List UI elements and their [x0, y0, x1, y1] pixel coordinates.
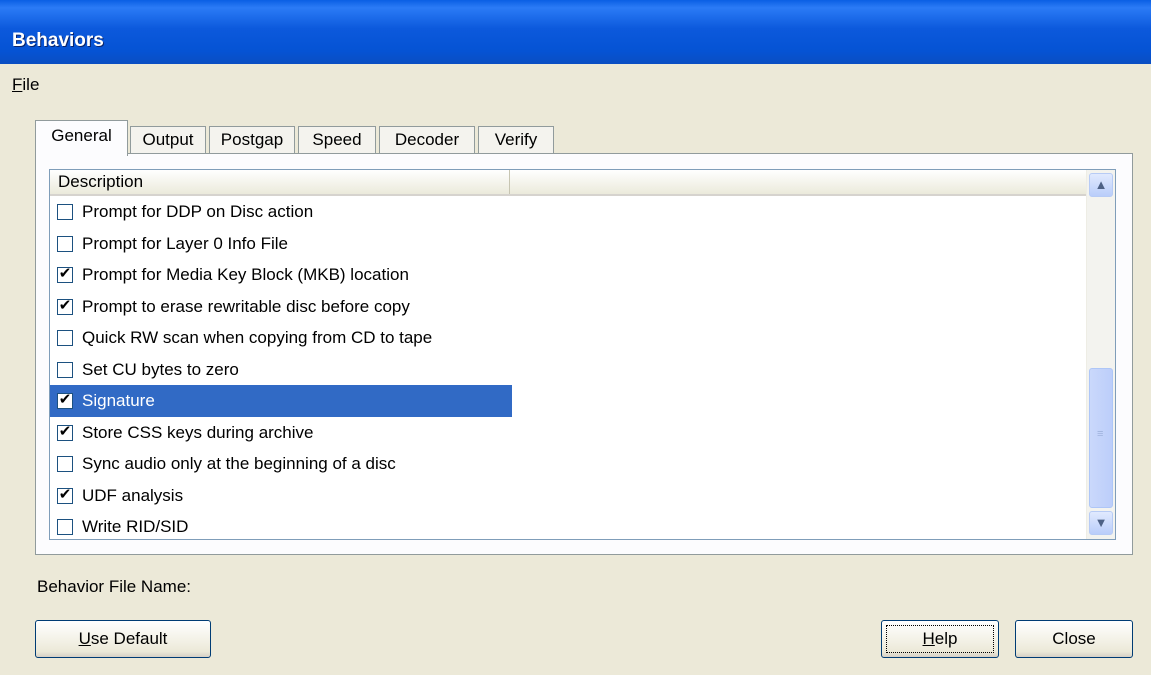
close-button[interactable]: Close [1015, 620, 1133, 658]
scroll-down-button[interactable]: ▼ [1089, 511, 1113, 535]
list-item-label: UDF analysis [82, 485, 184, 505]
list-item[interactable]: Prompt for Layer 0 Info File [50, 228, 512, 260]
list-item-label: Prompt for Layer 0 Info File [82, 233, 288, 253]
list-item[interactable]: Prompt for DDP on Disc action [50, 196, 512, 228]
list-item-checkbox[interactable] [57, 519, 73, 535]
list-item-label: Quick RW scan when copying from CD to ta… [82, 328, 433, 347]
list-item[interactable]: Quick RW scan when copying from CD to ta… [50, 322, 512, 354]
list-item[interactable]: Write RID/SID [50, 511, 512, 539]
vertical-scrollbar[interactable]: ▲ ≡ ▼ [1086, 170, 1115, 539]
tab-general[interactable]: General [35, 120, 128, 156]
behaviors-window: Behaviors File General Output Postgap Sp… [0, 0, 1151, 675]
list-item[interactable]: ✔ Prompt to erase rewritable disc before … [50, 291, 512, 323]
tab-decoder[interactable]: Decoder [379, 126, 475, 154]
tab-general-label: General [51, 126, 112, 145]
list-item-checkbox[interactable]: ✔ [57, 422, 73, 441]
column-header-description[interactable]: Description [50, 170, 510, 194]
grip-icon: ≡ [1097, 428, 1104, 440]
list-item-checkbox[interactable]: ✔ [57, 391, 73, 409]
list-item-checkbox[interactable] [57, 361, 73, 378]
checkmark-icon: ✔ [58, 391, 72, 408]
tab-panel-general: Description Prompt for DDP on Disc actio… [35, 153, 1133, 555]
scroll-thumb[interactable]: ≡ [1089, 368, 1113, 508]
chevron-up-icon: ▲ [1094, 177, 1108, 192]
list-item-checkbox[interactable] [57, 235, 73, 252]
use-default-mnemonic: U [78, 629, 91, 648]
list-item-label: Signature [82, 391, 155, 410]
list-item[interactable]: Sync audio only at the beginning of a di… [50, 448, 512, 480]
list-item-label: Store CSS keys during archive [82, 422, 314, 442]
list-item[interactable]: ✔ Prompt for Media Key Block (MKB) locati… [50, 259, 512, 291]
behaviors-list[interactable]: Description Prompt for DDP on Disc actio… [49, 169, 1116, 540]
use-default-rest: se Default [90, 629, 168, 648]
list-item[interactable]: ✔ UDF analysis [50, 480, 512, 512]
tab-verify-label: Verify [494, 130, 538, 149]
list-item[interactable]: ✔ Store CSS keys during archive [50, 417, 512, 449]
list-item-label: Write RID/SID [82, 517, 189, 536]
behavior-file-name-label: Behavior File Name: [37, 577, 192, 596]
tab-verify[interactable]: Verify [478, 126, 554, 154]
tab-output-label: Output [142, 130, 194, 149]
list-item[interactable]: ✔ Signature [50, 385, 512, 417]
checkmark-icon: ✔ [58, 296, 72, 314]
checkmark-icon: ✔ [58, 485, 72, 503]
tab-postgap-label: Postgap [220, 130, 284, 149]
list-item-label: Sync audio only at the beginning of a di… [82, 454, 396, 473]
menu-file-mnemonic: F [12, 75, 23, 94]
list-item-label: Prompt for Media Key Block (MKB) locatio… [82, 265, 409, 284]
list-item-checkbox[interactable] [57, 330, 73, 346]
tab-speed[interactable]: Speed [298, 126, 376, 154]
list-item-checkbox[interactable]: ✔ [57, 485, 73, 504]
tab-output[interactable]: Output [130, 126, 206, 154]
list-item-checkbox[interactable] [57, 456, 73, 472]
menu-file-rest: ile [22, 75, 40, 94]
tab-speed-label: Speed [312, 130, 362, 149]
title-bar[interactable]: Behaviors [0, 0, 1151, 64]
checkmark-icon: ✔ [58, 422, 72, 440]
window-title: Behaviors [12, 30, 104, 51]
focus-rect [886, 625, 994, 653]
scroll-up-button[interactable]: ▲ [1089, 173, 1113, 197]
list-item-label: Prompt for DDP on Disc action [82, 202, 314, 221]
list-item-label: Set CU bytes to zero [82, 359, 239, 379]
tab-decoder-label: Decoder [394, 130, 460, 149]
list-header: Description [50, 170, 1087, 196]
tab-postgap[interactable]: Postgap [209, 126, 295, 154]
help-button[interactable]: Help [881, 620, 999, 658]
list-item-checkbox[interactable] [57, 204, 73, 220]
use-default-button[interactable]: Use Default [35, 620, 211, 658]
list-item-checkbox[interactable]: ✔ [57, 296, 73, 315]
menu-bar: File [0, 70, 1151, 98]
menu-file[interactable]: File [12, 75, 39, 95]
checkmark-icon: ✔ [58, 265, 72, 282]
list-item-checkbox[interactable]: ✔ [57, 265, 73, 283]
list-item-label: Prompt to erase rewritable disc before c… [82, 296, 410, 316]
chevron-down-icon: ▼ [1094, 515, 1108, 530]
list-item[interactable]: Set CU bytes to zero [50, 354, 512, 386]
